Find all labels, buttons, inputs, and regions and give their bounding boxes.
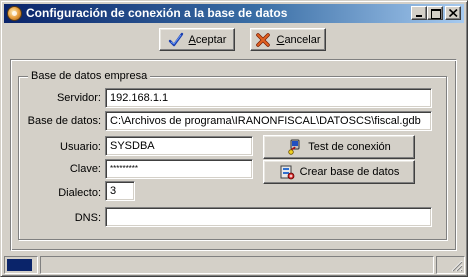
database-path-input[interactable]: C:\Archivos de programa\IRANONFISCAL\DAT… xyxy=(105,111,432,131)
password-input[interactable]: ********* xyxy=(105,159,253,179)
database-icon xyxy=(279,164,295,180)
groupbox-legend: Base de datos empresa xyxy=(28,70,151,82)
status-progress-panel xyxy=(4,256,38,274)
status-bar xyxy=(4,256,465,274)
title-bar[interactable]: Configuración de conexión a la base de d… xyxy=(4,4,464,23)
user-label: Usuario: xyxy=(60,141,101,153)
checkmark-icon xyxy=(168,32,184,48)
cancel-button[interactable]: Cancelar xyxy=(250,28,326,51)
minimize-button[interactable] xyxy=(411,6,427,20)
dns-label: DNS: xyxy=(74,212,101,224)
close-button[interactable] xyxy=(445,6,461,20)
connection-icon xyxy=(287,139,303,155)
accept-label: Aceptar xyxy=(188,33,227,46)
red-x-icon xyxy=(255,32,271,48)
create-database-label: Crear base de datos xyxy=(299,166,400,178)
status-message-panel xyxy=(40,256,434,274)
server-label: Servidor: xyxy=(56,92,101,104)
test-connection-label: Test de conexión xyxy=(308,141,391,153)
dialect-label: Dialecto: xyxy=(58,187,101,199)
user-input[interactable]: SYSDBA xyxy=(105,136,253,156)
status-extra-panel xyxy=(436,256,465,274)
status-progress-fill xyxy=(7,259,32,271)
maximize-button[interactable] xyxy=(427,6,443,20)
window-title: Configuración de conexión a la base de d… xyxy=(26,6,288,20)
accept-button[interactable]: Aceptar xyxy=(159,28,235,51)
resize-grip-icon[interactable] xyxy=(451,260,463,272)
cancel-label: Cancelar xyxy=(276,33,321,46)
create-database-button[interactable]: Crear base de datos xyxy=(263,160,415,184)
app-icon[interactable] xyxy=(7,6,22,21)
server-input[interactable]: 192.168.1.1 xyxy=(105,88,432,108)
test-connection-button[interactable]: Test de conexión xyxy=(263,135,415,159)
close-icon xyxy=(449,9,458,17)
dialect-input[interactable]: 3 xyxy=(105,181,135,201)
password-label: Clave: xyxy=(69,163,101,175)
dns-input[interactable] xyxy=(105,207,432,227)
dialog-window: Configuración de conexión a la base de d… xyxy=(0,0,468,277)
database-path-label: Base de datos: xyxy=(27,115,101,127)
